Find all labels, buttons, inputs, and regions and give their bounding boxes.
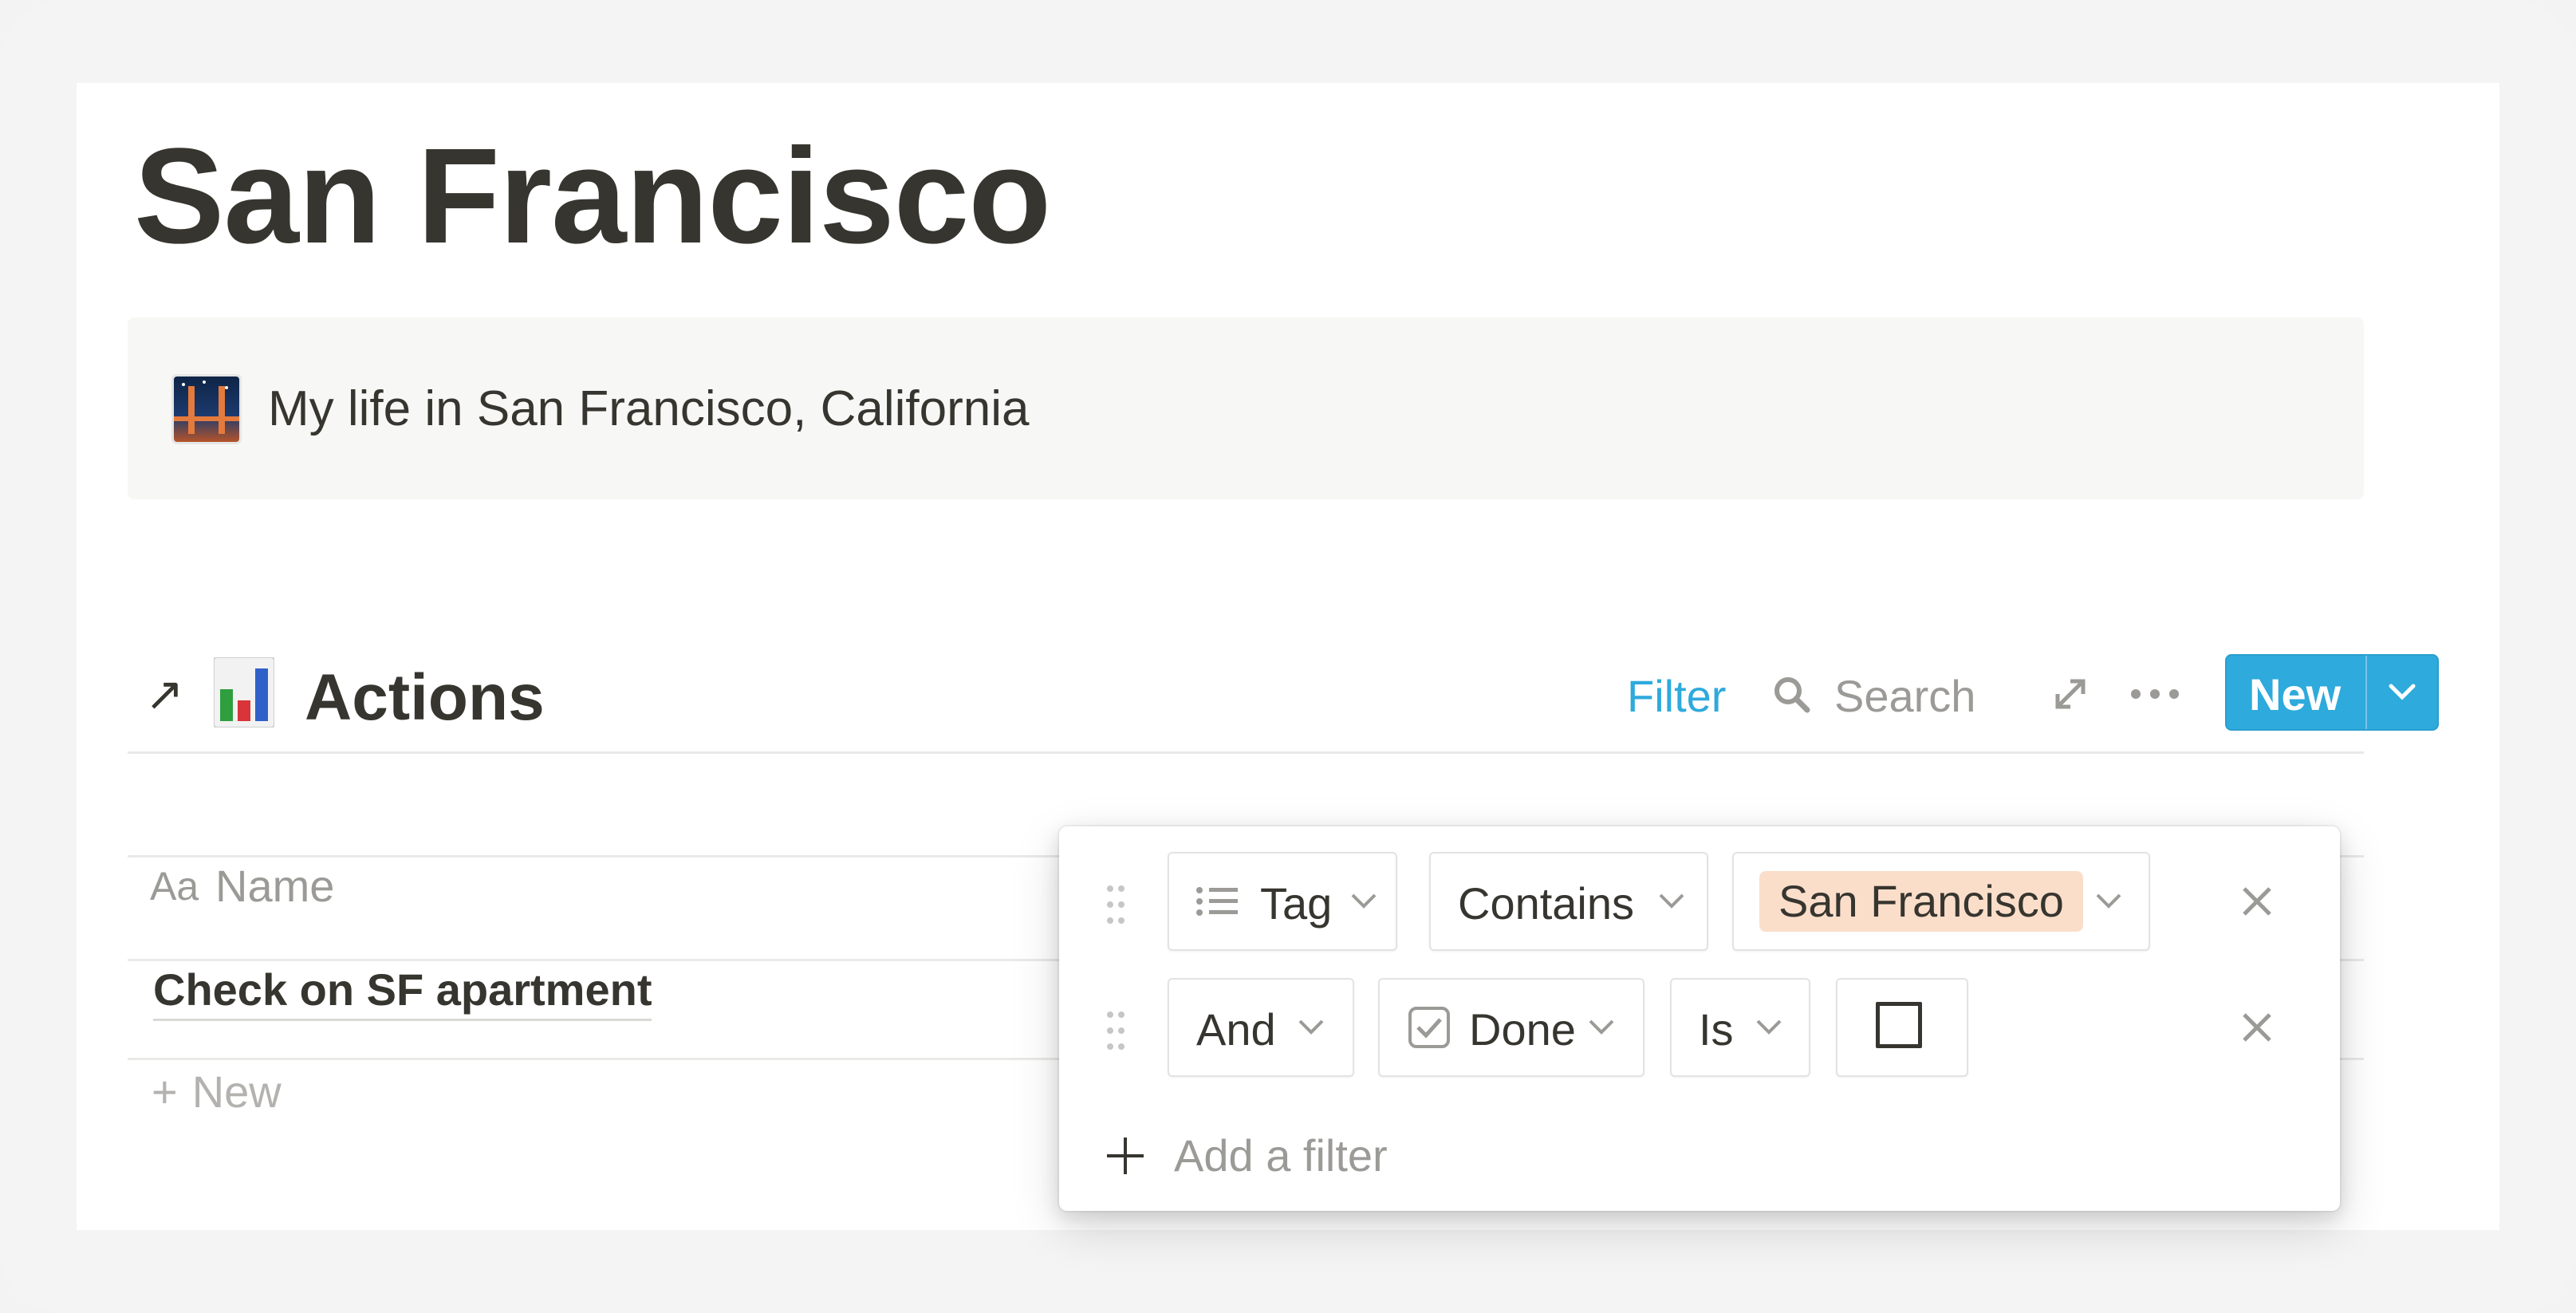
- new-button-divider: [2365, 656, 2367, 729]
- page-content: San Francisco My life in San Francisco, …: [77, 83, 2499, 1230]
- filter-conjunction-label: And: [1196, 1004, 1276, 1055]
- column-header-name[interactable]: Aa Name: [128, 836, 1085, 938]
- column-header-label: Name: [215, 861, 335, 911]
- filter-value-select[interactable]: San Francisco: [1732, 852, 2150, 951]
- chevron-down-icon: [2096, 893, 2121, 909]
- database-title[interactable]: Actions: [305, 660, 545, 735]
- filter-value-checkbox[interactable]: [1876, 1002, 1922, 1048]
- chevron-down-icon: [1756, 1019, 1782, 1035]
- page-title[interactable]: San Francisco: [134, 115, 1051, 278]
- arrow-up-right-icon[interactable]: ↗: [145, 667, 184, 721]
- filter-operator-label: Is: [1699, 1004, 1734, 1055]
- list-icon: [1196, 887, 1238, 916]
- search-icon[interactable]: [1772, 675, 1812, 715]
- filter-button[interactable]: Filter: [1627, 670, 1726, 722]
- tag-pill: San Francisco: [1759, 871, 2083, 932]
- filter-property-select[interactable]: Tag: [1168, 852, 1397, 951]
- filter-operator-label: Contains: [1458, 878, 1635, 929]
- chevron-down-icon: [1589, 1019, 1614, 1035]
- table-top-border: [128, 751, 2364, 754]
- bar-chart-icon: [214, 657, 274, 727]
- add-row-label: New: [191, 1067, 282, 1117]
- filter-operator-select[interactable]: Contains: [1429, 852, 1708, 951]
- plus-icon: [1107, 1138, 1144, 1174]
- callout-text[interactable]: My life in San Francisco, California: [268, 380, 1029, 439]
- close-icon[interactable]: [2239, 884, 2275, 919]
- close-icon[interactable]: [2239, 1010, 2275, 1045]
- chevron-down-icon: [1351, 893, 1377, 909]
- callout-block[interactable]: My life in San Francisco, California: [128, 317, 2364, 499]
- new-button[interactable]: New: [2225, 654, 2439, 731]
- plus-icon: +: [152, 1067, 178, 1117]
- filter-value-checkbox-chip[interactable]: [1836, 978, 1968, 1077]
- expand-icon[interactable]: [2050, 673, 2091, 715]
- add-row-button[interactable]: + New: [152, 1066, 282, 1118]
- add-filter-label: Add a filter: [1174, 1130, 1388, 1181]
- table-row[interactable]: Check on SF apartment: [153, 964, 652, 1021]
- more-options-icon[interactable]: [2129, 686, 2180, 702]
- filter-conjunction-select[interactable]: And: [1168, 978, 1354, 1077]
- checkbox-icon: [1408, 1007, 1450, 1048]
- filter-popover: Tag Contains San Francisco And Done Is A…: [1059, 826, 2340, 1211]
- filter-property-label: Done: [1469, 1004, 1576, 1055]
- drag-handle-icon[interactable]: [1104, 882, 1128, 927]
- golden-gate-bridge-icon[interactable]: [174, 377, 239, 442]
- chevron-down-icon: [1298, 1019, 1324, 1035]
- new-button-label: New: [2249, 669, 2342, 720]
- database-header: ↗ Actions Filter Search New: [128, 633, 2439, 753]
- filter-operator-select[interactable]: Is: [1670, 978, 1810, 1077]
- drag-handle-icon[interactable]: [1104, 1008, 1128, 1053]
- chevron-down-icon: [1659, 893, 1684, 909]
- window-frame: San Francisco My life in San Francisco, …: [0, 0, 2576, 1313]
- filter-property-select[interactable]: Done: [1378, 978, 1644, 1077]
- text-property-icon: Aa: [150, 864, 199, 909]
- search-button[interactable]: Search: [1834, 670, 1975, 722]
- chevron-down-icon[interactable]: [2385, 675, 2420, 710]
- filter-property-label: Tag: [1260, 878, 1333, 929]
